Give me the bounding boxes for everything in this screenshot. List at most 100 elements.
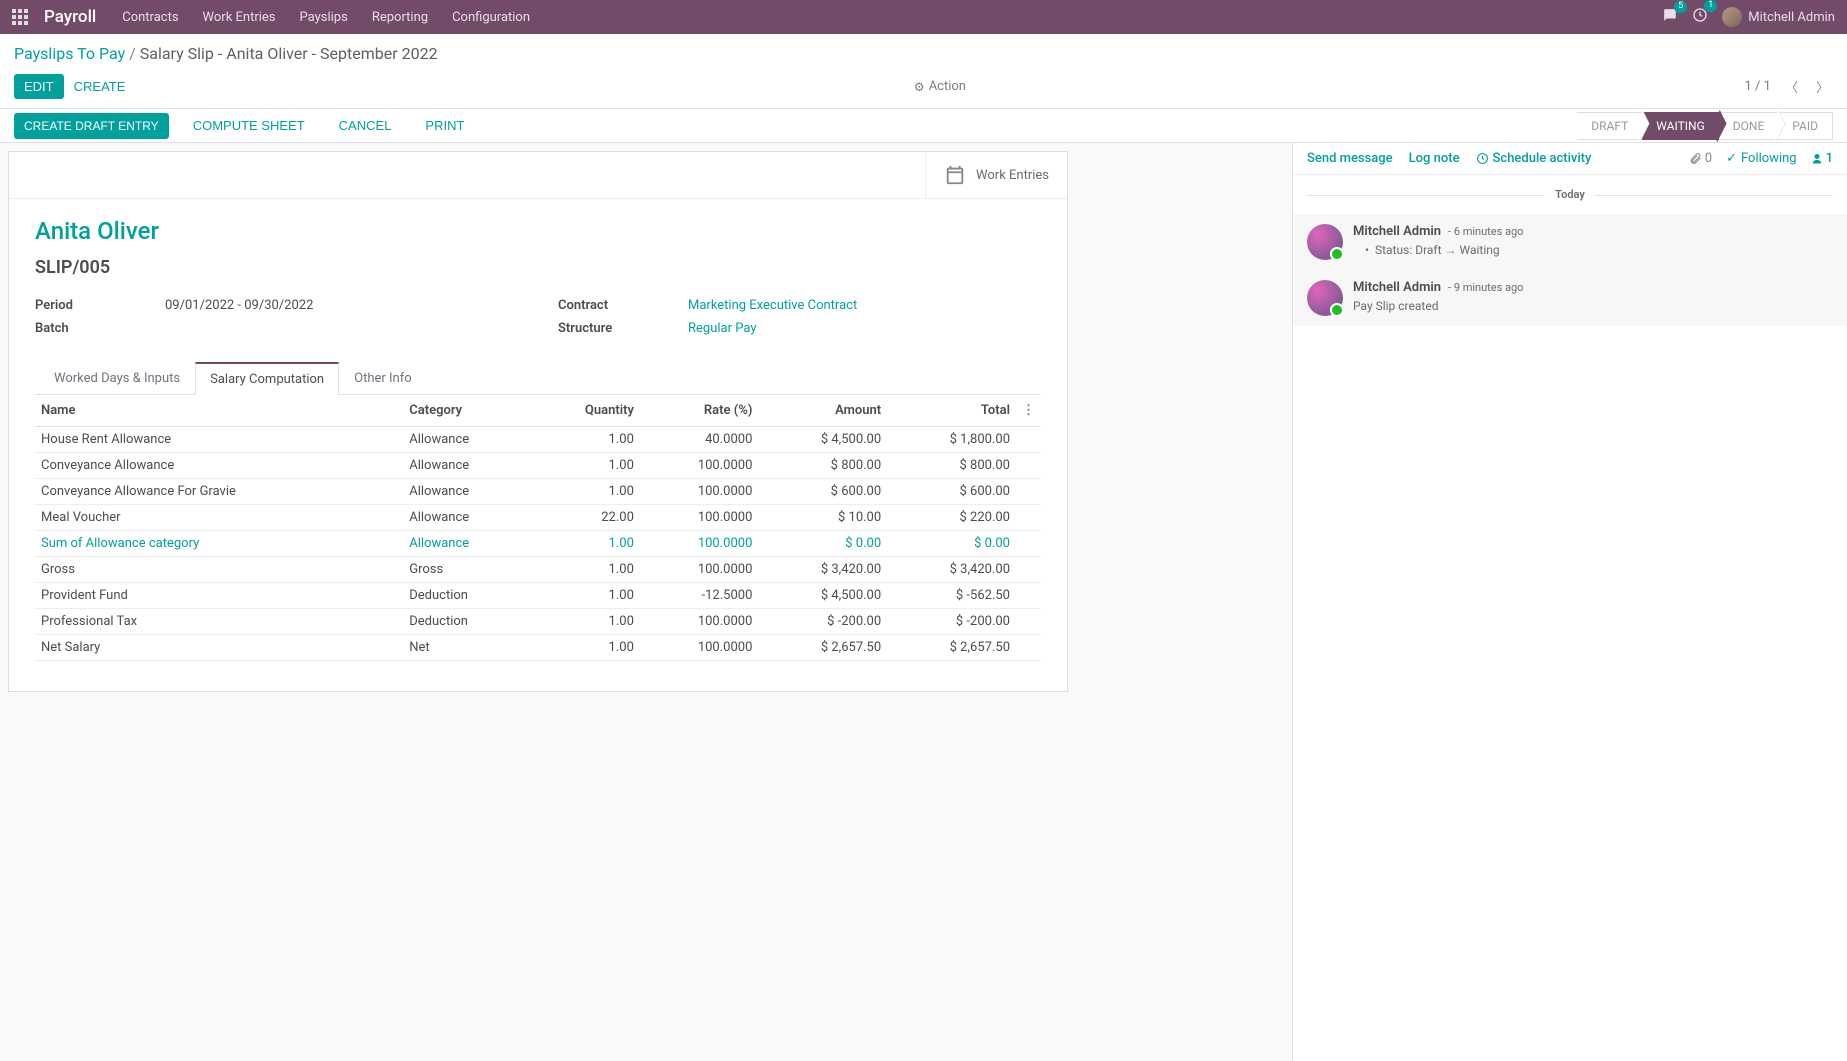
table-row[interactable]: Conveyance Allowance For Gravie Allowanc… [35, 479, 1041, 505]
nav-reporting[interactable]: Reporting [372, 10, 428, 25]
person-icon [1811, 153, 1823, 165]
create-button[interactable]: CREATE [64, 74, 136, 99]
cell-name: Sum of Allowance category [35, 531, 403, 557]
cell-qty: 1.00 [531, 531, 640, 557]
cell-qty: 1.00 [531, 427, 640, 453]
nav-payslips[interactable]: Payslips [300, 10, 348, 25]
structure-label: Structure [558, 321, 688, 336]
messages-badge: 5 [1674, 1, 1687, 13]
cell-qty: 1.00 [531, 557, 640, 583]
tab-other-info[interactable]: Other Info [339, 362, 427, 394]
cell-rate: 100.0000 [640, 531, 758, 557]
user-menu[interactable]: Mitchell Admin [1722, 7, 1835, 27]
cell-category: Deduction [403, 583, 531, 609]
cell-rate: -12.5000 [640, 583, 758, 609]
cell-name: Professional Tax [35, 609, 403, 635]
table-row[interactable]: House Rent Allowance Allowance 1.00 40.0… [35, 427, 1041, 453]
table-row[interactable]: Meal Voucher Allowance 22.00 100.0000 $ … [35, 505, 1041, 531]
period-label: Period [35, 298, 165, 313]
cell-category: Allowance [403, 531, 531, 557]
slip-number: SLIP/005 [35, 257, 1041, 278]
col-amount[interactable]: Amount [758, 395, 887, 427]
pager-next[interactable]: 〉 [1812, 73, 1833, 100]
structure-link[interactable]: Regular Pay [688, 321, 757, 336]
following-button[interactable]: ✓ Following [1726, 151, 1797, 166]
tab-worked-days[interactable]: Worked Days & Inputs [39, 362, 195, 394]
table-row[interactable]: Gross Gross 1.00 100.0000 $ 3,420.00 $ 3… [35, 557, 1041, 583]
send-message-button[interactable]: Send message [1307, 151, 1393, 166]
cell-qty: 1.00 [531, 479, 640, 505]
col-quantity[interactable]: Quantity [531, 395, 640, 427]
compute-sheet-button[interactable]: COMPUTE SHEET [183, 113, 315, 138]
table-row[interactable]: Conveyance Allowance Allowance 1.00 100.… [35, 453, 1041, 479]
edit-button[interactable]: EDIT [14, 74, 64, 99]
cell-rate: 100.0000 [640, 453, 758, 479]
apps-icon[interactable] [12, 9, 28, 25]
app-brand[interactable]: Payroll [44, 7, 96, 27]
cell-amount: $ 4,500.00 [758, 583, 887, 609]
cell-amount: $ 3,420.00 [758, 557, 887, 583]
col-total[interactable]: Total [887, 395, 1016, 427]
log-author[interactable]: Mitchell Admin [1353, 280, 1441, 295]
cancel-button[interactable]: CANCEL [329, 113, 402, 138]
schedule-activity-button[interactable]: Schedule activity [1476, 151, 1592, 166]
statusbar-widget: DRAFT WAITING DONE PAID [1577, 112, 1833, 140]
cell-total: $ 2,657.50 [887, 635, 1016, 661]
col-options-icon[interactable]: ⋮ [1016, 395, 1041, 427]
action-label: Action [929, 79, 966, 94]
col-category[interactable]: Category [403, 395, 531, 427]
nav-configuration[interactable]: Configuration [452, 10, 530, 25]
nav-contracts[interactable]: Contracts [122, 10, 178, 25]
cell-name: Conveyance Allowance For Gravie [35, 479, 403, 505]
cell-total: $ 800.00 [887, 453, 1016, 479]
messages-icon[interactable]: 5 [1662, 8, 1678, 26]
status-draft[interactable]: DRAFT [1577, 112, 1642, 140]
check-icon: ✓ [1726, 151, 1737, 166]
action-dropdown[interactable]: ⚙ Action [914, 79, 966, 94]
contract-label: Contract [558, 298, 688, 313]
cell-amount: $ 0.00 [758, 531, 887, 557]
cell-qty: 1.00 [531, 609, 640, 635]
calendar-icon [944, 164, 966, 186]
contract-link[interactable]: Marketing Executive Contract [688, 298, 857, 313]
log-note-button[interactable]: Log note [1409, 151, 1460, 166]
control-bar: Payslips To Pay / Salary Slip - Anita Ol… [0, 34, 1847, 109]
status-waiting[interactable]: WAITING [1642, 112, 1718, 140]
col-rate[interactable]: Rate (%) [640, 395, 758, 427]
period-value: 09/01/2022 - 09/30/2022 [165, 298, 313, 313]
status-done[interactable]: DONE [1719, 112, 1779, 140]
employee-name[interactable]: Anita Oliver [35, 217, 1041, 245]
table-row[interactable]: Net Salary Net 1.00 100.0000 $ 2,657.50 … [35, 635, 1041, 661]
col-name[interactable]: Name [35, 395, 403, 427]
print-button[interactable]: PRINT [415, 113, 474, 138]
work-entries-stat-button[interactable]: Work Entries [925, 152, 1067, 198]
chatter-date-separator: Today [1545, 188, 1595, 201]
table-row[interactable]: Sum of Allowance category Allowance 1.00… [35, 531, 1041, 557]
followers-button[interactable]: 1 [1811, 151, 1833, 166]
salary-table: Name Category Quantity Rate (%) Amount T… [35, 395, 1041, 661]
cell-qty: 1.00 [531, 453, 640, 479]
activities-icon[interactable]: 1 [1692, 7, 1708, 27]
cell-total: $ 220.00 [887, 505, 1016, 531]
breadcrumb-parent[interactable]: Payslips To Pay [14, 44, 125, 63]
cell-total: $ 1,800.00 [887, 427, 1016, 453]
cell-total: $ 600.00 [887, 479, 1016, 505]
log-author[interactable]: Mitchell Admin [1353, 224, 1441, 239]
cell-amount: $ 4,500.00 [758, 427, 887, 453]
log-time: - 6 minutes ago [1448, 225, 1523, 238]
avatar-icon [1307, 224, 1343, 260]
pager-prev[interactable]: 〈 [1781, 73, 1802, 100]
attachments-button[interactable]: 0 [1689, 151, 1712, 166]
work-entries-label: Work Entries [976, 168, 1049, 183]
create-draft-entry-button[interactable]: CREATE DRAFT ENTRY [14, 113, 169, 139]
cell-name: Conveyance Allowance [35, 453, 403, 479]
cell-rate: 100.0000 [640, 505, 758, 531]
table-row[interactable]: Professional Tax Deduction 1.00 100.0000… [35, 609, 1041, 635]
status-paid[interactable]: PAID [1778, 112, 1833, 140]
tabs: Worked Days & Inputs Salary Computation … [35, 362, 1041, 395]
nav-work-entries[interactable]: Work Entries [203, 10, 276, 25]
tab-salary-computation[interactable]: Salary Computation [195, 362, 339, 395]
cell-rate: 100.0000 [640, 557, 758, 583]
table-row[interactable]: Provident Fund Deduction 1.00 -12.5000 $… [35, 583, 1041, 609]
cell-category: Allowance [403, 453, 531, 479]
